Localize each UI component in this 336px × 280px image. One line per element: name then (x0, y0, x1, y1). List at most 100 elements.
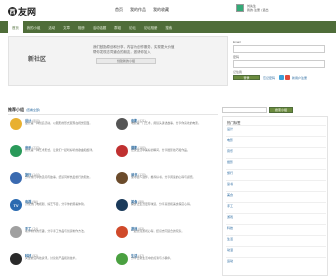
login-button[interactable]: 登录 (233, 75, 260, 80)
tag-link[interactable]: 读书 (227, 182, 233, 186)
search-group-button[interactable]: 搜索小组 (269, 107, 293, 113)
tag-box: 热门标签 设计 电影 音乐 摄影 旅行 读书 美食 手工 游戏 科技 生活 动漫 运动 (222, 116, 328, 276)
group-item[interactable]: 生活 (47) 分享日常生活中的点滴与小确幸。 (114, 251, 218, 276)
nav-item[interactable]: 活动话题 (89, 21, 111, 33)
header: 西 友网 首页 我的作品 我的收藏 刘先生 我的·注册 | 退出 (0, 0, 336, 19)
topnav-item[interactable]: 我的收藏 (153, 7, 169, 13)
nav-item[interactable]: 群组 (110, 21, 125, 33)
email-field[interactable] (233, 45, 325, 53)
password-label: 密码 (233, 55, 240, 59)
tag-link[interactable]: 运动 (227, 259, 233, 263)
tag-divider (226, 125, 326, 126)
tag-link[interactable]: 音乐 (227, 149, 233, 153)
divider (8, 114, 218, 115)
tag-link[interactable]: 动漫 (227, 248, 233, 252)
group-item[interactable]: 手工 (74) 动手制作的乐趣，分享手工作品与创意制作方法。 (8, 224, 112, 249)
tag-divider (226, 180, 326, 181)
nav-item[interactable]: 首页 (8, 21, 23, 33)
qq-icon[interactable] (285, 75, 290, 80)
group-item[interactable]: 电影 (421) 电影是一门艺术，用镜头讲述故事，分享你喜欢的电影。 (114, 116, 218, 141)
group-item[interactable]: TV 电视 (96) 讨论热门电视剧、综艺节目，分享你的观看体验。 (8, 197, 112, 222)
group-icon[interactable] (116, 226, 128, 238)
view-all-link[interactable]: (查看全部) (26, 108, 40, 112)
group-description: 讨论热门电视剧、综艺节目，分享你的观看体验。 (25, 202, 87, 206)
group-search-input[interactable] (222, 107, 267, 113)
nav-item[interactable]: 活动 (44, 21, 59, 33)
tag-divider (226, 257, 326, 258)
group-description: 电影是一门艺术，用镜头讲述故事，分享你喜欢的电影。 (131, 121, 201, 125)
email-label: Email (233, 40, 241, 44)
hero-banner: 新社区 我们鼓励原创和分享，内容为创作服务，实现更大价值 帮你发现志同道合的朋友… (8, 36, 228, 86)
group-description: 关注前沿科技资讯，讨论新产品和新技术。 (25, 256, 79, 260)
group-description: 记录生活中美好的瞬间，分享摄影技巧和作品。 (131, 148, 190, 152)
tag-link[interactable]: 游戏 (227, 215, 233, 219)
tag-divider (226, 191, 326, 192)
tag-divider (226, 202, 326, 203)
nav-item[interactable]: 搜索 (161, 21, 176, 33)
group-icon[interactable] (10, 226, 22, 238)
tag-divider (226, 213, 326, 214)
group-item[interactable]: 美食 (88) 美食让生活更有味道，分享菜谱和美食探店心得。 (114, 197, 218, 222)
group-item[interactable]: 旅行 (144) 分享旅行中的见闻与故事，结识同样热爱旅行的朋友。 (8, 170, 112, 195)
group-icon[interactable] (116, 172, 128, 184)
group-item[interactable]: 游戏 (63) 一起交流游戏心得，结识志同道合的玩家。 (114, 224, 218, 249)
tag-link[interactable]: 旅行 (227, 171, 233, 175)
avatar[interactable] (236, 4, 244, 12)
tag-divider (226, 246, 326, 247)
nav-item[interactable]: 论坛相册 (140, 21, 162, 33)
group-icon[interactable] (116, 253, 128, 265)
tag-divider (226, 224, 326, 225)
remember-checkbox[interactable]: 记住我 (233, 70, 242, 74)
tag-divider (226, 147, 326, 148)
group-item[interactable]: 读书 (120) 读书使人进步，推荐好书，分享阅读的心得与感悟。 (114, 170, 218, 195)
group-item[interactable]: 科技 (52) 关注前沿科技资讯，讨论新产品和新技术。 (8, 251, 112, 276)
group-item[interactable]: 摄影 (180) 记录生活中美好的瞬间，分享摄影技巧和作品。 (114, 143, 218, 168)
group-item[interactable]: 设计 (800) 设计是一种创造活动，以图形的形式展现在视觉层面。 (8, 116, 112, 141)
nav-item[interactable]: 相册 (74, 21, 89, 33)
tag-link[interactable]: 科技 (227, 226, 233, 230)
section-heading: 推荐小组 (查看全部) (8, 107, 40, 113)
group-icon[interactable] (10, 145, 22, 157)
group-icon[interactable] (10, 253, 22, 265)
topnav-item[interactable]: 我的作品 (130, 7, 146, 13)
top-nav: 首页 我的作品 我的收藏 (115, 7, 169, 13)
hero-title: 新社区 (28, 57, 47, 63)
forgot-link[interactable]: 忘记密码 (263, 76, 275, 80)
register-link[interactable]: 新用户注册 (292, 76, 307, 80)
group-description: 动手制作的乐趣，分享手工作品与创意制作方法。 (25, 229, 87, 233)
group-description: 一起交流游戏心得，结识志同道合的玩家。 (131, 229, 185, 233)
group-icon[interactable] (10, 118, 22, 130)
nav-item[interactable]: 我的小组 (23, 21, 45, 33)
user-links[interactable]: 我的·注册 | 退出 (247, 8, 268, 12)
tag-divider (226, 136, 326, 137)
tag-link[interactable]: 电影 (227, 138, 233, 142)
password-field[interactable] (233, 60, 325, 68)
tag-divider (226, 158, 326, 159)
user-box: 刘先生 我的·注册 | 退出 (236, 4, 268, 12)
weibo-icon[interactable] (279, 75, 284, 80)
tag-divider (226, 235, 326, 236)
group-icon[interactable]: TV (10, 199, 22, 211)
logo-mark: 西 (8, 7, 17, 16)
group-description: 读书使人进步，推荐好书，分享阅读的心得与感悟。 (131, 175, 196, 179)
group-icon[interactable] (116, 199, 128, 211)
tag-divider (226, 169, 326, 170)
login-form: Email 密码 记住我 登录 忘记密码 新用户注册 (233, 40, 328, 80)
group-icon[interactable] (10, 172, 22, 184)
tag-link[interactable]: 摄影 (227, 160, 233, 164)
create-group-button[interactable]: 创建新的小组 (96, 58, 156, 64)
nav-item[interactable]: 文章 (59, 21, 74, 33)
group-icon[interactable] (116, 145, 128, 157)
tag-link[interactable]: 设计 (227, 127, 233, 131)
topnav-item[interactable]: 首页 (115, 7, 123, 13)
tag-link[interactable]: 手工 (227, 204, 233, 208)
group-description: 分享日常生活中的点滴与小确幸。 (131, 256, 173, 260)
main-nav: 首页 我的小组 活动 文章 相册 活动话题 群组 论坛 论坛相册 搜索 (0, 21, 336, 33)
tag-link[interactable]: 美食 (227, 193, 233, 197)
group-item[interactable]: 音乐 (233) 音乐是一种艺术形式，让我们一起听好听的歌曲和旋律。 (8, 143, 112, 168)
logo[interactable]: 西 友网 (8, 5, 36, 18)
group-icon[interactable] (116, 118, 128, 130)
tag-link[interactable]: 生活 (227, 237, 233, 241)
nav-item[interactable]: 论坛 (125, 21, 140, 33)
hero-text-line: 帮你发现志同道合的朋友，邀请你加入 (93, 50, 151, 54)
